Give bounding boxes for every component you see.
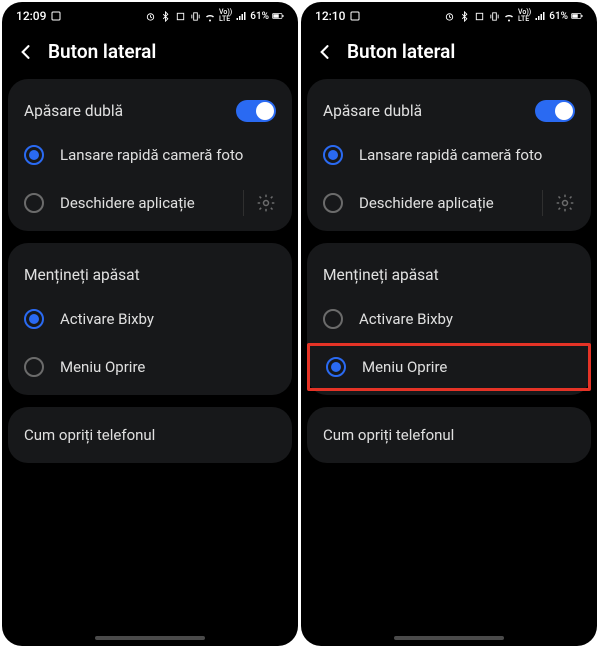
nav-handle[interactable] (95, 636, 205, 640)
battery-text: 61% (549, 11, 568, 22)
page-title: Buton lateral (347, 40, 455, 63)
bluetooth-icon (159, 10, 171, 22)
radio-icon (24, 309, 44, 329)
bluetooth-icon (458, 10, 470, 22)
radio-icon (323, 145, 343, 165)
alarm-icon (443, 10, 455, 22)
radio-icon (24, 193, 44, 213)
status-time: 12:09 (16, 9, 46, 23)
vibrate-icon (189, 10, 201, 22)
back-button[interactable] (16, 42, 36, 62)
status-bar: 12:10 Vo))LTE 61% (301, 2, 597, 30)
section-press-hold: Mențineți apăsat Activare Bixby Meniu Op… (8, 243, 292, 395)
volte-text: Vo))LTE (219, 9, 232, 23)
wifi-icon (204, 10, 216, 22)
gear-icon (555, 193, 575, 213)
divider (243, 190, 244, 216)
open-app-settings[interactable] (555, 193, 575, 213)
gear-icon (256, 193, 276, 213)
how-to-power-off[interactable]: Cum opriți telefonul (8, 411, 292, 459)
radio-icon (323, 193, 343, 213)
radio-icon (323, 309, 343, 329)
how-to-power-off[interactable]: Cum opriți telefonul (307, 411, 591, 459)
screenshot-icon (349, 10, 361, 22)
nfc-icon (174, 10, 186, 22)
option-quick-launch-camera[interactable]: Lansare rapidă cameră foto (307, 131, 591, 179)
screenshot-icon (50, 10, 62, 22)
vibrate-icon (488, 10, 500, 22)
page-title: Buton lateral (48, 40, 156, 63)
back-button[interactable] (315, 42, 335, 62)
section-how-to-power-off[interactable]: Cum opriți telefonul (307, 407, 591, 463)
section-double-press: Apăsare dublă Lansare rapidă cameră foto… (8, 79, 292, 231)
section-head-double-press: Apăsare dublă (307, 83, 591, 131)
radio-icon (326, 357, 346, 377)
open-app-settings[interactable] (256, 193, 276, 213)
status-bar: 12:09 Vo))LTE 61% (2, 2, 298, 30)
double-press-toggle[interactable] (236, 100, 276, 122)
section-head-double-press: Apăsare dublă (8, 83, 292, 131)
phone-right: 12:10 Vo))LTE 61% Buton lateral Apăsare … (301, 2, 597, 646)
section-double-press: Apăsare dublă Lansare rapidă cameră foto… (307, 79, 591, 231)
battery-text: 61% (250, 11, 269, 22)
battery-icon (272, 10, 284, 22)
radio-icon (24, 145, 44, 165)
phone-left: 12:09 Vo))LTE 61% Buton lateral Apăsare … (2, 2, 298, 646)
wifi-icon (503, 10, 515, 22)
radio-icon (24, 357, 44, 377)
signal-icon (534, 10, 546, 22)
option-bixby[interactable]: Activare Bixby (8, 295, 292, 343)
nfc-icon (473, 10, 485, 22)
alarm-icon (144, 10, 156, 22)
page-header: Buton lateral (301, 30, 597, 79)
volte-text: Vo))LTE (518, 9, 531, 23)
nav-handle[interactable] (394, 636, 504, 640)
option-open-app[interactable]: Deschidere aplicație (8, 179, 292, 227)
page-header: Buton lateral (2, 30, 298, 79)
battery-icon (571, 10, 583, 22)
section-press-hold: Mențineți apăsat Activare Bixby Meniu Op… (307, 243, 591, 395)
option-power-menu[interactable]: Meniu Oprire (8, 343, 292, 391)
double-press-toggle[interactable] (535, 100, 575, 122)
option-bixby[interactable]: Activare Bixby (307, 295, 591, 343)
option-power-menu[interactable]: Meniu Oprire (307, 343, 591, 391)
section-head-press-hold: Mențineți apăsat (8, 247, 292, 295)
divider (542, 190, 543, 216)
signal-icon (235, 10, 247, 22)
status-time: 12:10 (315, 9, 345, 23)
section-how-to-power-off[interactable]: Cum opriți telefonul (8, 407, 292, 463)
option-open-app[interactable]: Deschidere aplicație (307, 179, 591, 227)
option-quick-launch-camera[interactable]: Lansare rapidă cameră foto (8, 131, 292, 179)
section-head-press-hold: Mențineți apăsat (307, 247, 591, 295)
